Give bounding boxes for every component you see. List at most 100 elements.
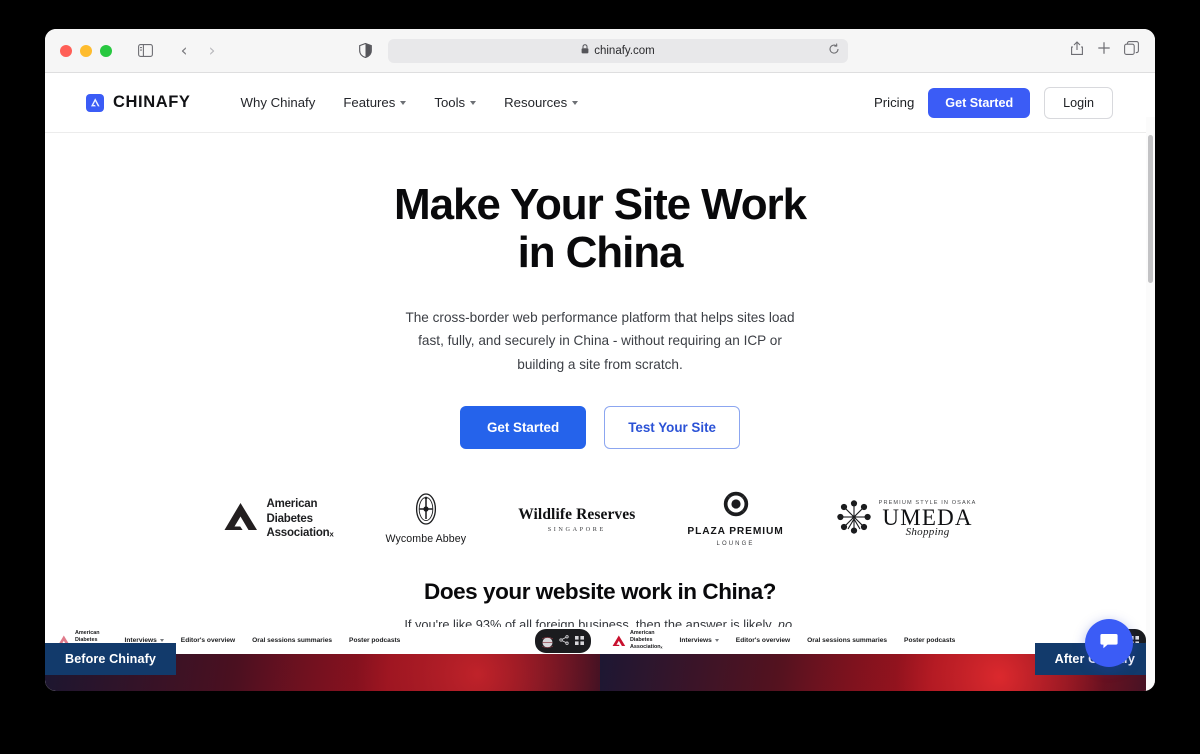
pane-nav-item-editors-overview[interactable]: Editor's overview [181,637,235,644]
logo-wildlife-reserves-singapore: Wildlife Reserves SINGAPORE [518,491,635,547]
pane-ada-line1: American [630,630,655,637]
page-scrollbar-track[interactable] [1146,117,1155,691]
before-chinafy-label: Before Chinafy [45,643,176,675]
back-button[interactable]: ‹ [172,38,196,64]
hero-section: Make Your Site Work in China The cross-b… [45,133,1155,450]
plus-icon[interactable] [1097,41,1111,60]
url-content: chinafy.com [581,44,655,57]
section-title: Does your website work in China? [424,579,776,605]
customer-logo-strip: American Diabetes Associationₓ Wycombe A… [45,491,1155,547]
nav-item-features[interactable]: Features [343,95,407,110]
toolbar-right-actions [1070,40,1139,61]
hero-cta-group: Get Started Test Your Site [45,406,1155,450]
before-pane: American Diabetes Associationₓ Interview… [45,627,600,691]
traffic-light-controls [60,44,112,57]
pane-nav-item-oral-sessions-summaries[interactable]: Oral sessions summaries [252,637,332,644]
pane-ada-line2: Diabetes [630,637,653,644]
umeda-ferris-wheel-icon [836,499,872,540]
brand-logo[interactable]: CHINAFY [86,93,191,112]
plaza-subtext: LOUNGE [716,541,755,548]
chevron-down-icon [159,639,164,642]
nav-label: Why Chinafy [240,95,316,110]
logo-umeda-shopping: PREMIUM STYLE IN OSAKA UMEDA Shopping [836,491,977,547]
test-your-site-button[interactable]: Test Your Site [604,406,740,450]
address-bar-group: chinafy.com [352,38,848,64]
does-your-website-work-section: Does your website work in China? If you'… [45,579,1155,632]
hero-subtitle: The cross-border web performance platfor… [405,310,795,372]
pane-nav-item-interviews[interactable]: Interviews [680,637,719,644]
wrs-wordmark: Wildlife Reserves [518,505,636,523]
ada-line3: Associationₓ [266,527,334,540]
share-icon[interactable] [559,632,569,650]
globe-icon[interactable] [539,635,556,648]
nav-item-why-chinafy[interactable]: Why Chinafy [241,95,316,110]
site-header: CHINAFY Why Chinafy Features Tools Resou… [45,73,1155,133]
share-icon[interactable] [1070,40,1084,61]
before-after-comparison: American Diabetes Associationₓ Interview… [45,627,1155,691]
pane-nav-item-oral-sessions-summaries[interactable]: Oral sessions summaries [807,637,887,644]
ada-line2: Diabetes [266,512,313,525]
minimize-window-button[interactable] [80,44,92,57]
privacy-shield-icon[interactable] [352,38,378,64]
chevron-down-icon [400,100,407,105]
hero-title-line1: Make Your Site Work [394,180,807,229]
pane-nav-item-poster-podcasts[interactable]: Poster podcasts [349,637,400,644]
close-window-button[interactable] [60,44,72,57]
browser-window: ‹ › chinafy.com CHINAFY Why Chinafy Feat… [45,29,1155,691]
header-get-started-button[interactable]: Get Started [928,87,1031,118]
pane-ada-wordmark: American Diabetes Associationₓ [630,630,663,651]
main-nav: Why Chinafy Features Tools Resources [241,95,579,110]
wycombe-crest-icon [415,493,437,530]
nav-label: Tools [434,95,466,110]
sidebar-icon[interactable] [132,38,158,64]
hero-get-started-button[interactable]: Get Started [460,406,587,450]
nav-item-tools[interactable]: Tools [434,95,477,110]
pane-ada-line1: American [75,630,100,637]
hero-title-line2: in China [517,227,684,277]
pane-ada-line3: Associationₓ [630,643,663,650]
chevron-down-icon [714,639,719,642]
grid-icon[interactable] [575,632,584,650]
logo-american-diabetes-association: American Diabetes Associationₓ [223,491,334,547]
wrs-subtext: SINGAPORE [547,525,606,533]
page-title: Make Your Site Work in China [45,181,1155,276]
login-button[interactable]: Login [1044,86,1113,119]
pane-nav-label: Interviews [679,637,712,644]
pane-nav-item-poster-podcasts[interactable]: Poster podcasts [904,637,955,644]
after-pane: American Diabetes Associationₓ Interview… [600,627,1155,691]
pane-utility-pills [535,628,591,653]
header-actions: Pricing Get Started Login [874,86,1113,119]
maximize-window-button[interactable] [100,44,112,57]
umeda-script: Shopping [905,526,950,539]
pricing-link[interactable]: Pricing [874,95,914,110]
chat-bubble-icon [1098,630,1120,657]
nav-item-resources[interactable]: Resources [504,95,579,110]
chevron-down-icon [470,100,477,105]
navigation-arrows: ‹ › [172,38,224,64]
logo-plaza-premium-lounge: PLAZA PREMIUM LOUNGE [687,491,783,547]
chinafy-logo-icon [86,93,104,112]
url-text: chinafy.com [594,44,655,57]
plaza-rosette-icon [723,491,749,522]
forward-button[interactable]: › [200,38,224,64]
pane-nav-item-editors-overview[interactable]: Editor's overview [736,637,790,644]
reload-icon[interactable] [828,42,840,60]
ada-triangle-icon [223,502,259,537]
browser-toolbar: ‹ › chinafy.com [45,29,1155,73]
nav-label: Features [343,95,396,110]
page-viewport: CHINAFY Why Chinafy Features Tools Resou… [45,73,1155,691]
lock-icon [581,44,589,57]
chat-widget-button[interactable] [1085,619,1133,667]
logo-wycombe-abbey: Wycombe Abbey [385,491,466,547]
nav-label: Resources [504,95,568,110]
chevron-down-icon [572,100,579,105]
ada-line1: American [266,498,318,511]
wycombe-wordmark: Wycombe Abbey [385,533,467,546]
brand-name: CHINAFY [113,93,191,111]
url-bar[interactable]: chinafy.com [388,38,848,63]
tab-overview-icon[interactable] [1124,41,1139,60]
page-scrollbar-thumb[interactable] [1148,135,1153,283]
umeda-wordmark: PREMIUM STYLE IN OSAKA UMEDA Shopping [879,500,977,538]
plaza-wordmark: PLAZA PREMIUM [687,526,784,538]
pane-ada-logo: American Diabetes Associationₓ [612,630,663,651]
